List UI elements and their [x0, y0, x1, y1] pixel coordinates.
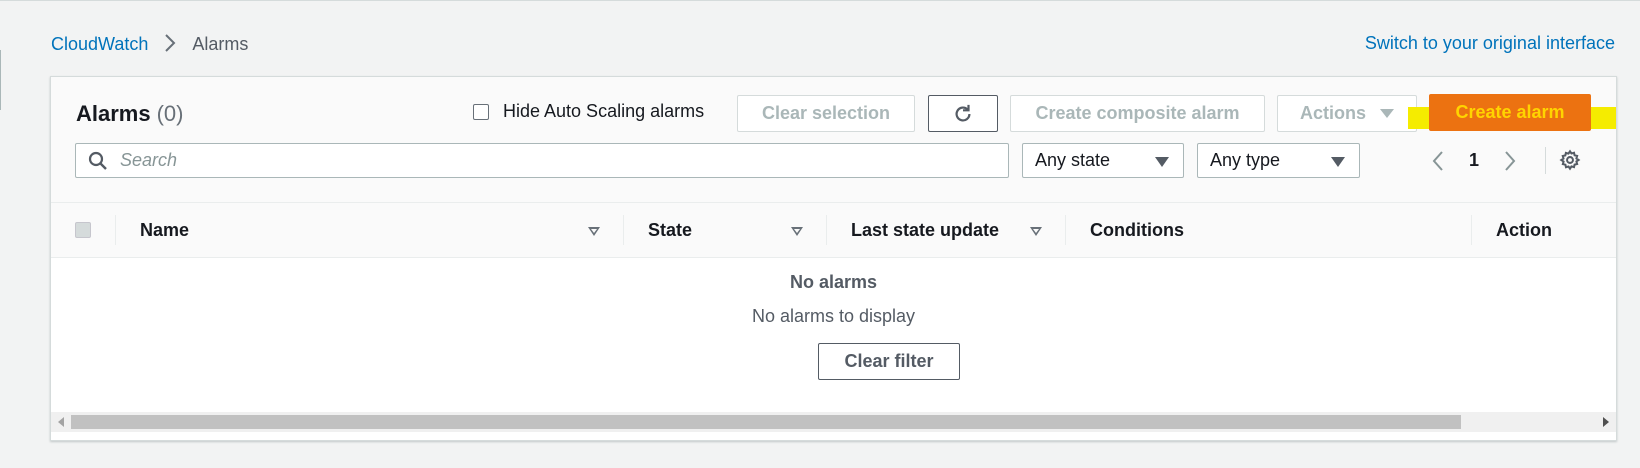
horizontal-scrollbar[interactable]: [51, 412, 1616, 432]
search-input[interactable]: [118, 149, 972, 172]
column-header-last-state-update[interactable]: Last state update: [851, 220, 999, 241]
scroll-left-icon[interactable]: [58, 417, 64, 427]
refresh-icon: [955, 104, 971, 122]
column-divider: [1471, 215, 1472, 245]
caret-down-icon: [1155, 157, 1169, 167]
actions-label: Actions: [1299, 103, 1366, 123]
panel-header: Alarms (0) Hide Auto Scaling alarms Clear…: [51, 77, 1616, 203]
scrollbar-thumb[interactable]: [71, 415, 1461, 429]
column-divider: [826, 215, 827, 245]
create-alarm-label: Create alarm: [1455, 102, 1565, 122]
column-header-state[interactable]: State: [648, 220, 692, 241]
column-divider: [115, 215, 116, 245]
chevron-right-icon: [164, 33, 176, 55]
type-filter-select[interactable]: Any type: [1197, 143, 1360, 178]
sort-icon[interactable]: [1030, 227, 1042, 236]
gear-icon[interactable]: [1559, 149, 1581, 176]
caret-down-icon: [1331, 157, 1345, 167]
switch-interface-link[interactable]: Switch to your original interface: [1365, 33, 1615, 54]
search-field[interactable]: [75, 143, 1009, 178]
page-title: Alarms (0): [76, 101, 183, 127]
hide-autoscaling-checkbox[interactable]: [473, 103, 489, 120]
column-header-name[interactable]: Name: [140, 220, 189, 241]
empty-state-title: No alarms: [789, 272, 878, 292]
clear-selection-button[interactable]: Clear selection: [737, 95, 915, 132]
sort-icon[interactable]: [791, 227, 803, 236]
column-divider: [1065, 215, 1066, 245]
state-filter-value: Any state: [1035, 150, 1111, 170]
state-filter-select[interactable]: Any state: [1022, 143, 1184, 178]
breadcrumb-cloudwatch-link[interactable]: CloudWatch: [51, 34, 148, 55]
type-filter-value: Any type: [1210, 150, 1281, 170]
create-composite-alarm-button[interactable]: Create composite alarm: [1010, 95, 1265, 132]
next-page-icon[interactable]: [1503, 150, 1517, 172]
search-icon: [88, 151, 107, 170]
column-divider: [623, 215, 624, 245]
table-header: Name State Last state update Conditions …: [51, 203, 1616, 258]
clear-filter-button[interactable]: Clear filter: [818, 343, 960, 380]
title-text: Alarms: [76, 101, 151, 126]
hide-autoscaling-toggle[interactable]: Hide Auto Scaling alarms: [473, 101, 704, 122]
actions-dropdown[interactable]: Actions: [1277, 95, 1417, 132]
breadcrumb: CloudWatch Alarms: [51, 33, 248, 55]
column-header-conditions[interactable]: Conditions: [1090, 220, 1184, 241]
pagination: 1: [1431, 143, 1517, 178]
empty-state-description: No alarms to display: [751, 306, 916, 326]
pager-divider: [1545, 147, 1546, 174]
scroll-right-icon[interactable]: [1603, 417, 1609, 427]
select-all-checkbox[interactable]: [75, 222, 91, 238]
column-header-actions[interactable]: Action: [1496, 220, 1552, 241]
refresh-button[interactable]: [928, 95, 998, 132]
left-edge-marker: [0, 50, 1, 110]
alarm-count: (0): [156, 101, 184, 126]
breadcrumb-current: Alarms: [192, 33, 249, 54]
create-alarm-button[interactable]: Create alarm: [1429, 94, 1591, 131]
hide-autoscaling-label: Hide Auto Scaling alarms: [503, 101, 705, 121]
top-border: [0, 0, 1640, 1]
caret-down-icon: [1380, 109, 1394, 118]
alarms-panel: Alarms (0) Hide Auto Scaling alarms Clear…: [50, 76, 1617, 441]
current-page[interactable]: 1: [1469, 150, 1479, 171]
sort-icon[interactable]: [588, 227, 600, 236]
prev-page-icon[interactable]: [1431, 150, 1445, 172]
